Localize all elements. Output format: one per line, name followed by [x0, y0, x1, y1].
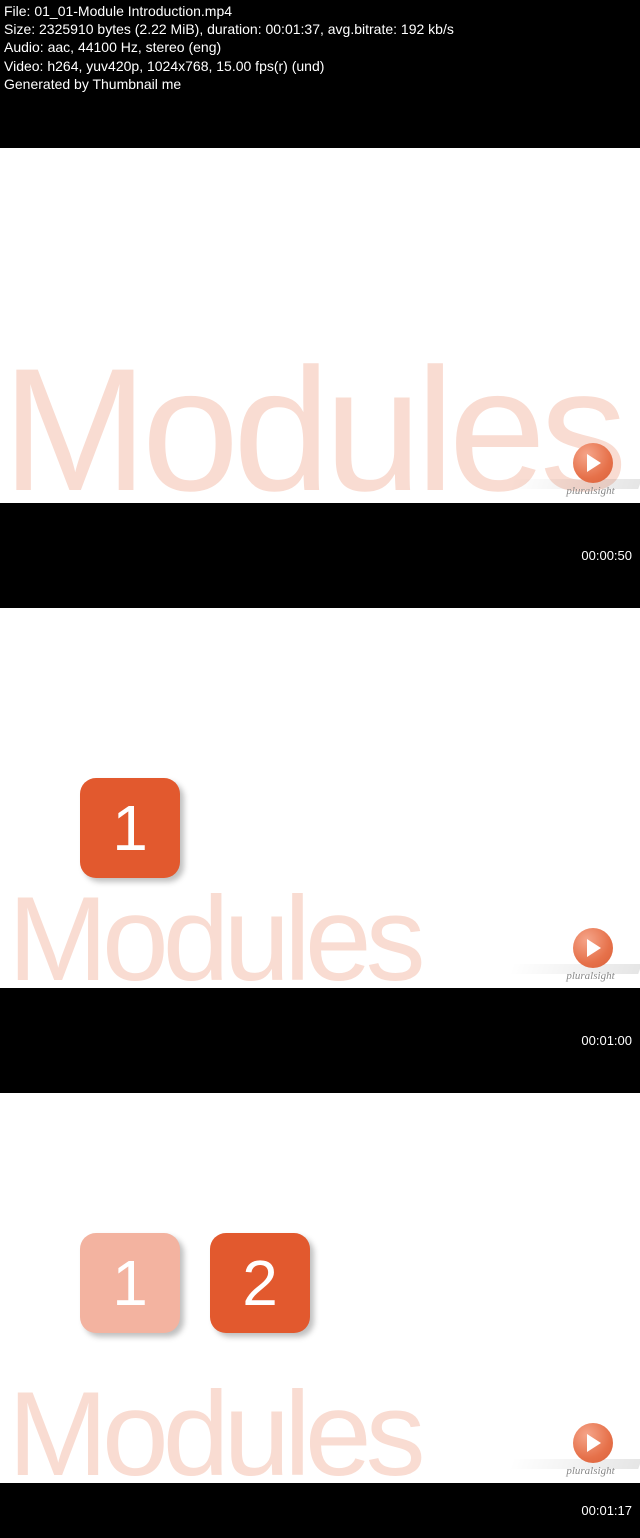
brand-label: pluralsight [545, 1465, 640, 1477]
tile-row: 1 2 [80, 1233, 310, 1333]
size-label: Size: [4, 21, 35, 37]
play-icon [573, 1423, 613, 1463]
audio-label: Audio: [4, 39, 44, 55]
play-icon [573, 928, 613, 968]
size-line: Size: 2325910 bytes (2.22 MiB), duration… [4, 20, 636, 38]
audio-value: aac, 44100 Hz, stereo (eng) [48, 39, 222, 55]
file-name: 01_01-Module Introduction.mp4 [34, 3, 232, 19]
timestamp-2: 00:01:00 [581, 1033, 632, 1048]
timestamp-bar-2: 00:01:00 [0, 988, 640, 1093]
size-value: 2325910 bytes (2.22 MiB), duration: 00:0… [39, 21, 454, 37]
thumbnail-3: 1 2 Modules pluralsight [0, 1093, 640, 1483]
tile-1: 1 [80, 778, 180, 878]
play-icon [573, 443, 613, 483]
file-line: File: 01_01-Module Introduction.mp4 [4, 2, 636, 20]
watermark-text: Modules [2, 330, 621, 503]
watermark-text: Modules [8, 870, 420, 988]
metadata-header: File: 01_01-Module Introduction.mp4 Size… [0, 0, 640, 148]
timestamp-3: 00:01:17 [581, 1503, 632, 1518]
tile-row: 1 [80, 778, 180, 878]
file-label: File: [4, 3, 30, 19]
timestamp-bar-1: 00:00:50 [0, 503, 640, 608]
timestamp-bar-3: 00:01:17 [0, 1483, 640, 1538]
brand-label: pluralsight [545, 970, 640, 982]
thumbnail-1: Modules pluralsight [0, 148, 640, 503]
video-label: Video: [4, 58, 43, 74]
tile-1-faded: 1 [80, 1233, 180, 1333]
brand-badge: pluralsight [545, 928, 640, 988]
brand-badge: pluralsight [545, 1423, 640, 1483]
audio-line: Audio: aac, 44100 Hz, stereo (eng) [4, 38, 636, 56]
video-line: Video: h264, yuv420p, 1024x768, 15.00 fp… [4, 57, 636, 75]
video-value: h264, yuv420p, 1024x768, 15.00 fps(r) (u… [47, 58, 324, 74]
brand-badge: pluralsight [545, 443, 640, 503]
brand-label: pluralsight [545, 485, 640, 497]
watermark-text: Modules [8, 1365, 420, 1483]
generated-line: Generated by Thumbnail me [4, 75, 636, 93]
timestamp-1: 00:00:50 [581, 548, 632, 563]
thumbnail-2: 1 Modules pluralsight [0, 608, 640, 988]
tile-2: 2 [210, 1233, 310, 1333]
